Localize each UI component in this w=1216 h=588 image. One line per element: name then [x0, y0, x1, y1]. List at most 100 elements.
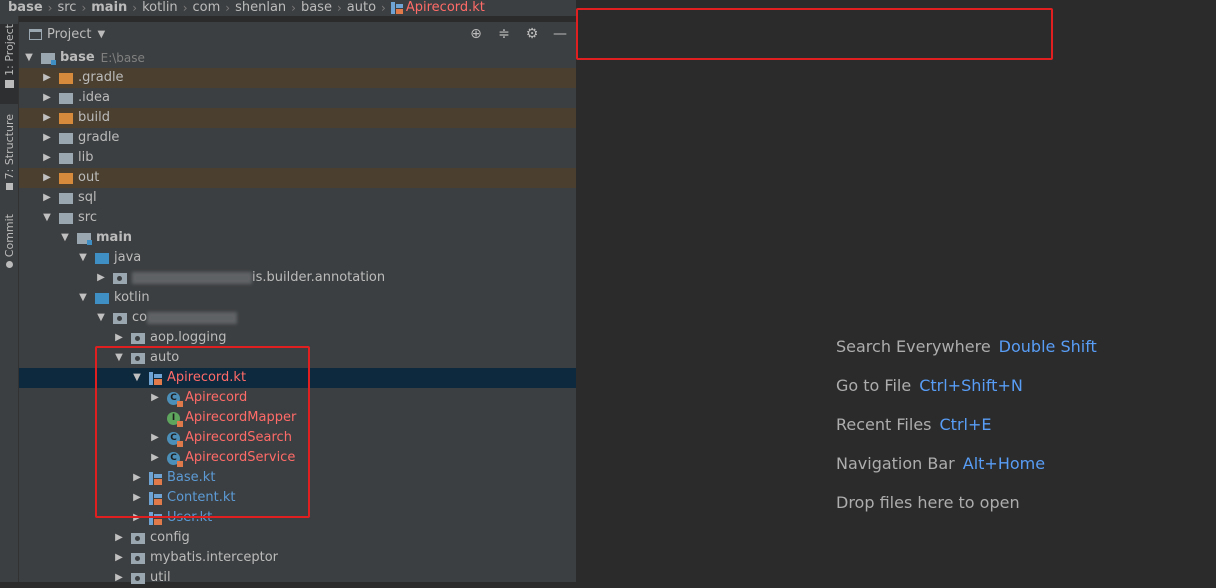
- breadcrumb-item[interactable]: base: [301, 0, 332, 16]
- editor-hint: Go to File Ctrl+Shift+N: [836, 375, 1097, 414]
- project-view-selector[interactable]: Project: [47, 27, 91, 42]
- expanded-arrow-icon[interactable]: ▼: [77, 288, 89, 308]
- tree-item-label: .gradle: [78, 70, 124, 85]
- folder-icon: [59, 192, 73, 204]
- tree-row[interactable]: ▼ java: [19, 248, 576, 268]
- tree-item-label: kotlin: [114, 290, 150, 305]
- breadcrumb-file[interactable]: Apirecord.kt: [390, 0, 485, 16]
- hint-shortcut: Alt+Home: [962, 454, 1046, 473]
- tree-row[interactable]: ▶ build: [19, 108, 576, 128]
- tree-row[interactable]: ▼ src: [19, 208, 576, 228]
- project-panel-header: Project ▼ ⊕ ≑ ⚙ —: [19, 22, 576, 46]
- editor-hint: Drop files here to open: [836, 492, 1097, 531]
- collapsed-arrow-icon[interactable]: ▶: [41, 128, 53, 148]
- tree-row[interactable]: ▶ .gradle: [19, 68, 576, 88]
- breadcrumb-item[interactable]: kotlin: [142, 0, 178, 16]
- expanded-arrow-icon[interactable]: ▼: [77, 248, 89, 268]
- tab-project[interactable]: 1: Project: [0, 24, 18, 104]
- tree-row[interactable]: ▶ out: [19, 168, 576, 188]
- breadcrumb-item[interactable]: shenlan: [235, 0, 286, 16]
- package-icon: [131, 552, 145, 564]
- expanded-arrow-icon[interactable]: ▼: [59, 228, 71, 248]
- navigation-bar: base › src › main › kotlin › com › shenlan › base › au…: [0, 0, 576, 16]
- tab-structure[interactable]: 7: Structure: [0, 114, 18, 198]
- collapsed-arrow-icon[interactable]: ▶: [41, 108, 53, 128]
- breadcrumb-separator: ›: [182, 1, 188, 15]
- tree-item-label: base: [60, 50, 95, 65]
- collapsed-arrow-icon[interactable]: ▶: [41, 88, 53, 108]
- tree-item-label: src: [78, 210, 97, 225]
- collapsed-arrow-icon[interactable]: ▶: [113, 328, 125, 348]
- tree-row[interactable]: ▶ config: [19, 528, 576, 548]
- tree-row[interactable]: ▶ lib: [19, 148, 576, 168]
- collapsed-arrow-icon[interactable]: ▶: [41, 148, 53, 168]
- tree-item-label: java: [114, 250, 142, 265]
- commit-icon: [5, 261, 13, 269]
- hint-shortcut: Double Shift: [998, 337, 1097, 356]
- breadcrumb-file-label: Apirecord.kt: [405, 0, 485, 15]
- collapsed-arrow-icon[interactable]: ▶: [95, 268, 107, 288]
- collapse-icon[interactable]: ≑: [496, 26, 512, 42]
- breadcrumb-item[interactable]: auto: [347, 0, 376, 16]
- tree-row[interactable]: ▼ base E:\base: [19, 48, 576, 68]
- tree-row[interactable]: ▶ aop.logging: [19, 328, 576, 348]
- tree-row[interactable]: ▶ gradle: [19, 128, 576, 148]
- collapsed-arrow-icon[interactable]: ▶: [41, 68, 53, 88]
- chevron-down-icon[interactable]: ▼: [97, 29, 105, 40]
- breadcrumb-separator: ›: [132, 1, 138, 15]
- tree-row[interactable]: ▼ kotlin: [19, 288, 576, 308]
- editor-hint: Navigation Bar Alt+Home: [836, 453, 1097, 492]
- gear-icon[interactable]: ⚙: [524, 26, 540, 42]
- folder-icon: [59, 172, 73, 184]
- tree-item-label: gradle: [78, 130, 120, 145]
- tree-item-label: util: [150, 570, 171, 585]
- collapsed-arrow-icon[interactable]: ▶: [113, 548, 125, 568]
- tree-item-label: .idea: [78, 90, 110, 105]
- tab-commit-label: Commit: [2, 214, 16, 258]
- tree-row[interactable]: ▶ util: [19, 568, 576, 588]
- collapsed-arrow-icon[interactable]: ▶: [113, 528, 125, 548]
- tree-item-label: config: [150, 530, 190, 545]
- tree-item-label: aop.logging: [150, 330, 227, 345]
- folder-icon: [59, 152, 73, 164]
- breadcrumb-item[interactable]: main: [91, 0, 127, 16]
- redacted-text: [132, 272, 252, 284]
- expanded-arrow-icon[interactable]: ▼: [23, 48, 35, 68]
- editor-area[interactable]: Search Everywhere Double Shift Go to File C…: [576, 0, 1216, 582]
- tree-row[interactable]: ▶ .idea: [19, 88, 576, 108]
- minimize-icon[interactable]: —: [552, 26, 568, 42]
- tree-item-label: co: [132, 310, 148, 325]
- tree-item-label: sql: [78, 190, 97, 205]
- breadcrumb-separator: ›: [81, 1, 87, 15]
- folder-icon: [59, 72, 73, 84]
- breadcrumb-item[interactable]: com: [193, 0, 221, 16]
- breadcrumb-item[interactable]: src: [57, 0, 76, 16]
- breadcrumb-item[interactable]: base: [8, 0, 43, 16]
- package-icon: [131, 532, 145, 544]
- tree-row[interactable]: ▶ is.builder.annotation: [19, 268, 576, 288]
- redacted-text: [147, 312, 238, 324]
- hint-label: Navigation Bar: [836, 454, 955, 473]
- project-icon: [29, 28, 42, 40]
- tree-item-label: main: [96, 230, 133, 245]
- editor-hints: Search Everywhere Double Shift Go to File C…: [836, 336, 1097, 531]
- tree-item-label: lib: [78, 150, 94, 165]
- tree-row[interactable]: ▶ mybatis.interceptor: [19, 548, 576, 568]
- package-icon: [113, 312, 127, 324]
- tab-commit[interactable]: Commit: [0, 214, 18, 276]
- breadcrumb-separator: ›: [291, 1, 296, 15]
- module-folder-icon: [41, 52, 56, 65]
- tree-row[interactable]: ▶ sql: [19, 188, 576, 208]
- crosshair-icon[interactable]: ⊕: [468, 26, 484, 42]
- expanded-arrow-icon[interactable]: ▼: [95, 308, 107, 328]
- tree-row[interactable]: ▼ co: [19, 308, 576, 328]
- collapsed-arrow-icon[interactable]: ▶: [41, 188, 53, 208]
- tree-row[interactable]: ▼ main: [19, 228, 576, 248]
- breadcrumb-separator: ›: [336, 1, 342, 15]
- editor-hint: Recent Files Ctrl+E: [836, 414, 1097, 453]
- expanded-arrow-icon[interactable]: ▼: [41, 208, 53, 228]
- collapsed-arrow-icon[interactable]: ▶: [41, 168, 53, 188]
- structure-icon: [5, 183, 13, 191]
- folder-icon: [59, 132, 73, 144]
- collapsed-arrow-icon[interactable]: ▶: [113, 568, 125, 588]
